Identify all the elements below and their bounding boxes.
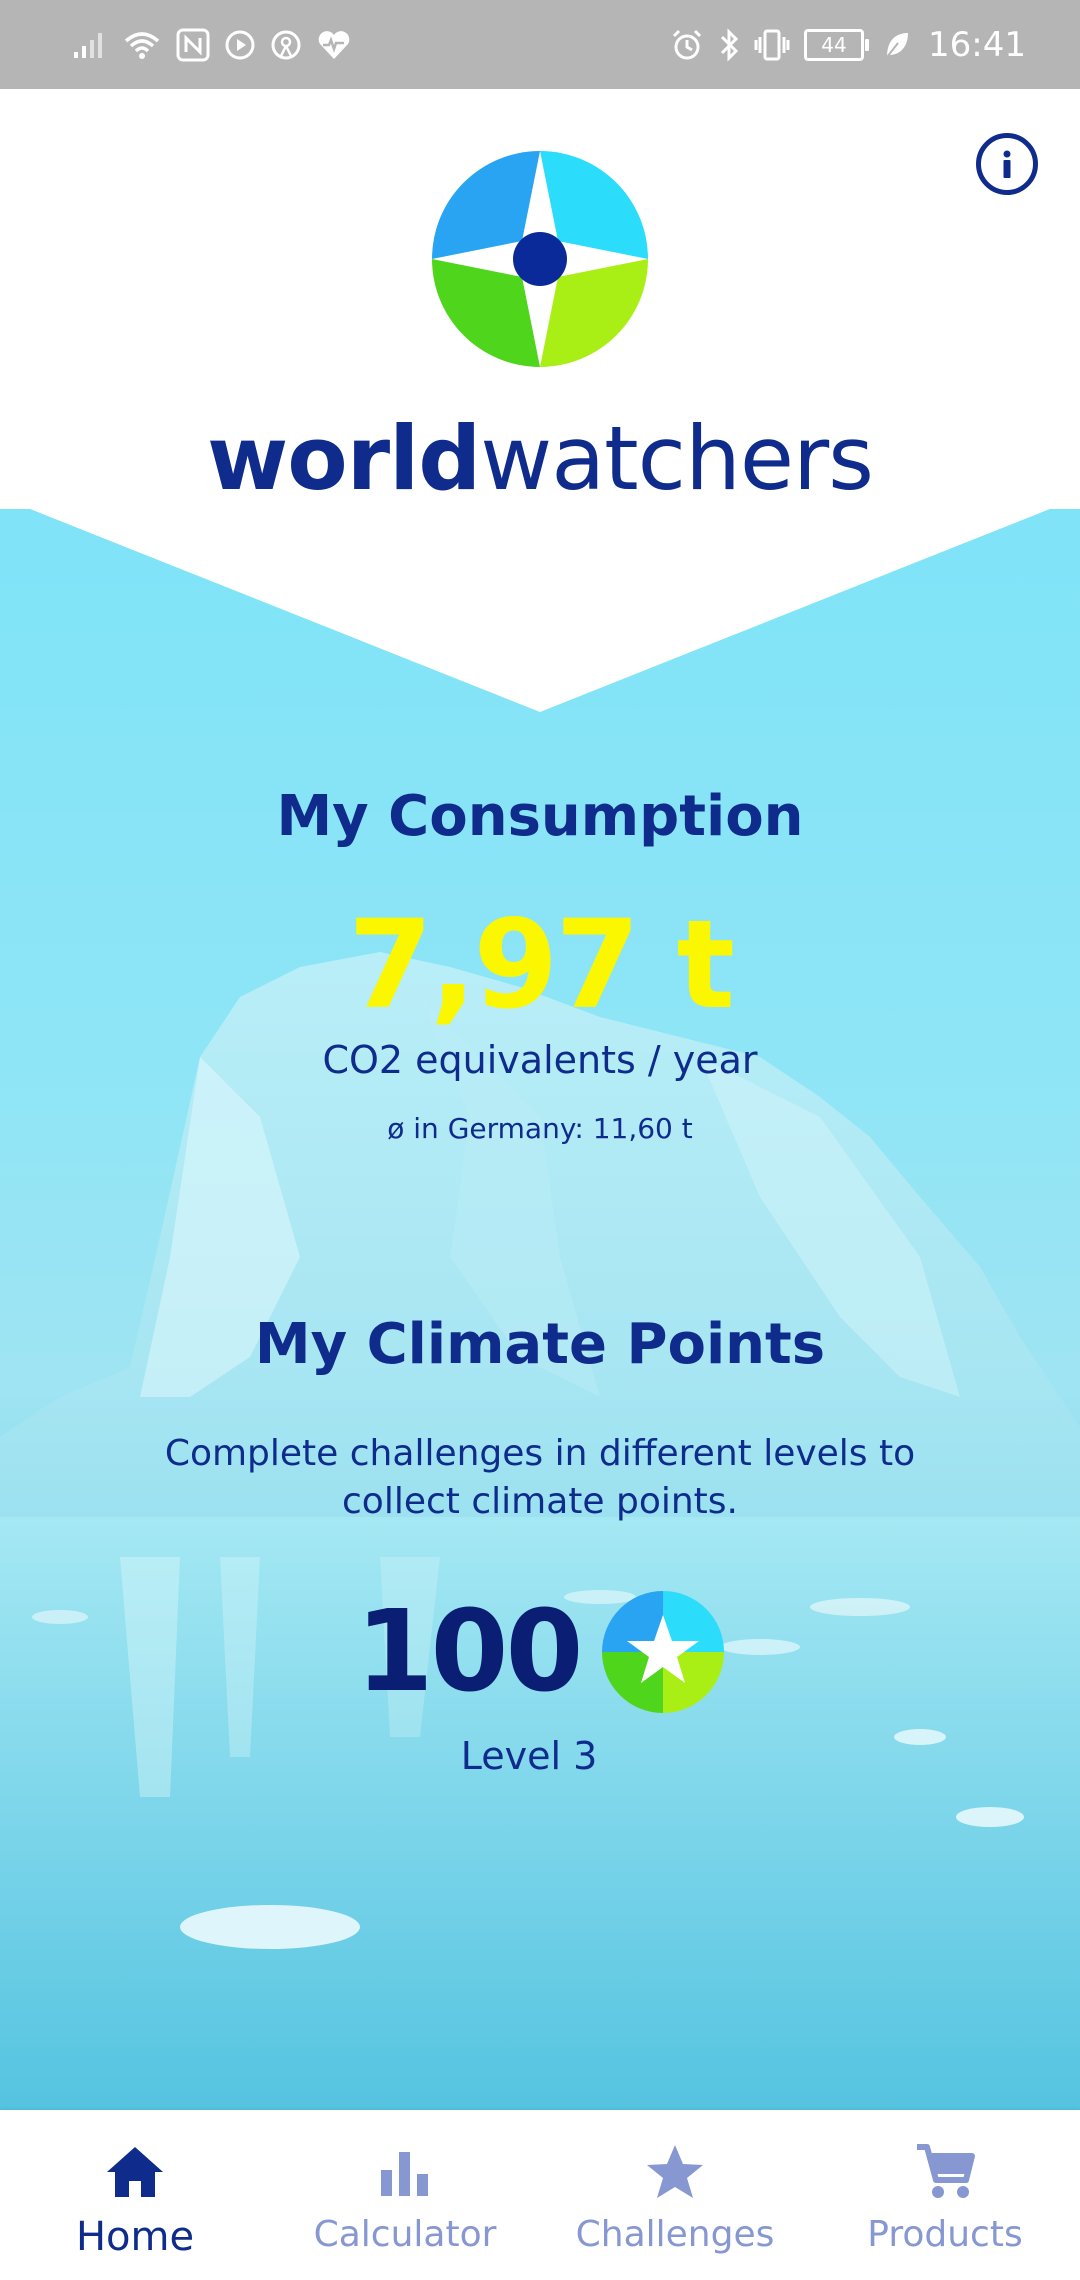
nav-label-challenges: Challenges [575, 2214, 775, 2255]
nav-item-home[interactable]: Home [0, 2110, 270, 2280]
nav-label-calculator: Calculator [313, 2214, 497, 2255]
nav-label-home: Home [75, 2214, 195, 2260]
star-badge-icon [602, 1591, 725, 1713]
app-header: worldwatchers [0, 89, 1080, 509]
status-icons-left [72, 28, 352, 62]
star-icon [643, 2140, 707, 2204]
nav-item-challenges[interactable]: Challenges [540, 2110, 810, 2280]
bar-chart-icon [373, 2140, 437, 2204]
consumption-title: My Consumption [276, 784, 804, 849]
compass-logo-icon [432, 151, 648, 367]
bottom-navigation: Home Calculator Challenges Products [0, 2110, 1080, 2280]
media-icon [224, 29, 256, 61]
status-icons-right: 44 16:41 [670, 25, 1026, 65]
climate-points-description: Complete challenges in different levels … [164, 1433, 916, 1522]
info-icon [1003, 150, 1011, 178]
leaf-icon [884, 30, 910, 60]
wifi-icon [122, 29, 162, 61]
nav-item-products[interactable]: Products [810, 2110, 1080, 2280]
vibrate-icon [754, 28, 790, 62]
climate-points-value: 100 [355, 1587, 584, 1717]
brand-wordmark: worldwatchers [0, 409, 1080, 509]
brand-bold: world [206, 407, 481, 510]
climate-points-title: My Climate Points [254, 1312, 826, 1377]
header-chevron [0, 497, 1080, 712]
consumption-unit: CO2 equivalents / year [322, 1038, 758, 1082]
nav-label-products: Products [867, 2214, 1023, 2255]
hero-background [0, 497, 1080, 2110]
home-icon [103, 2140, 167, 2204]
battery-icon: 44 [804, 28, 870, 61]
climate-points-level: Level 3 [460, 1734, 598, 1778]
bluetooth-icon [718, 27, 740, 62]
cart-icon [913, 2140, 977, 2204]
health-icon [316, 29, 352, 61]
hotspot-icon [270, 29, 302, 61]
consumption-average: ø in Germany: 11,60 t [387, 1112, 693, 1145]
alarm-icon [670, 28, 704, 62]
status-bar: 44 16:41 [0, 0, 1080, 89]
signal-icon [72, 30, 108, 60]
nav-item-calculator[interactable]: Calculator [270, 2110, 540, 2280]
status-time: 16:41 [928, 24, 1026, 65]
iceberg-image [0, 952, 1080, 2110]
info-button[interactable] [976, 133, 1038, 195]
climate-points-row: 100 [0, 1582, 1080, 1722]
brand-light: watchers [480, 407, 874, 510]
consumption-value: 7,97 t [348, 894, 735, 1036]
nfc-icon [176, 28, 210, 62]
